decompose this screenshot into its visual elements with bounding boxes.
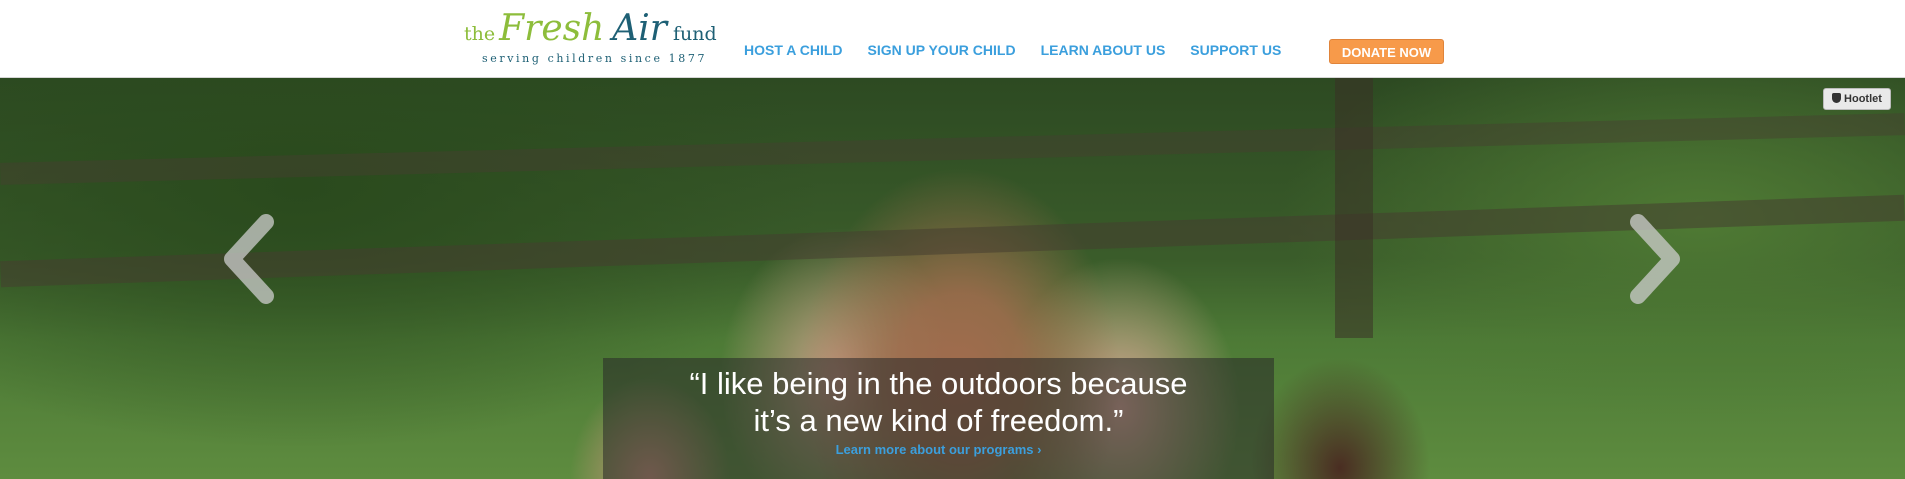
hootlet-button[interactable]: Hootlet — [1823, 88, 1891, 110]
quote-line-1: “I like being in the outdoors because — [689, 366, 1188, 401]
nav-sign-up-your-child[interactable]: SIGN UP YOUR CHILD — [868, 42, 1016, 58]
donate-now-button[interactable]: DONATE NOW — [1329, 39, 1444, 64]
hootlet-label: Hootlet — [1844, 93, 1882, 105]
main-nav: HOST A CHILD SIGN UP YOUR CHILD LEARN AB… — [744, 42, 1306, 58]
chevron-left-icon — [224, 214, 274, 304]
logo-air: Air — [612, 8, 668, 49]
logo-wordmark: the Fresh Air fund — [464, 8, 717, 49]
nav-support-us[interactable]: SUPPORT US — [1190, 42, 1281, 58]
hero-quote: “I like being in the outdoors because it… — [603, 365, 1274, 439]
logo-fund: fund — [673, 23, 717, 45]
quote-line-2: it’s a new kind of freedom.” — [753, 403, 1124, 438]
logo-tagline: serving children since 1877 — [482, 52, 708, 65]
hero-caption: “I like being in the outdoors because it… — [603, 358, 1274, 479]
learn-more-programs-link[interactable]: Learn more about our programs › — [836, 442, 1042, 457]
logo-the: the — [464, 23, 496, 45]
carousel-next-button[interactable] — [1624, 214, 1686, 304]
fence-rail-top — [0, 113, 1905, 185]
fence-rail-bottom — [0, 194, 1905, 288]
fresh-air-fund-logo[interactable]: the Fresh Air fund serving children since 1… — [464, 8, 717, 70]
carousel-prev-button[interactable] — [218, 214, 280, 304]
fence-post — [1335, 78, 1373, 338]
nav-learn-about-us[interactable]: LEARN ABOUT US — [1041, 42, 1166, 58]
logo-fresh: Fresh — [499, 8, 605, 49]
owl-icon — [1832, 93, 1842, 103]
hero-carousel: Hootlet “I like being in the outdoors be… — [0, 78, 1905, 479]
chevron-right-icon — [1630, 214, 1680, 304]
site-header: the Fresh Air fund serving children since 1… — [0, 0, 1905, 78]
nav-host-a-child[interactable]: HOST A CHILD — [744, 42, 843, 58]
